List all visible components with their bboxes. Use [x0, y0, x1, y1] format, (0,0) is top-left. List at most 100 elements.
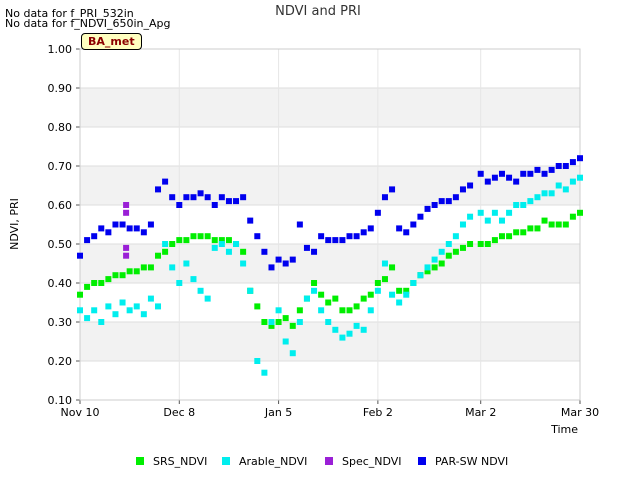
data-point-par-sw-ndvi	[296, 221, 303, 228]
data-point-par-sw-ndvi	[176, 202, 183, 208]
data-point-arable-ndvi	[577, 174, 583, 181]
data-point-srs-ndvi	[534, 225, 541, 232]
data-point-par-sw-ndvi	[396, 225, 403, 232]
data-point-srs-ndvi	[190, 233, 197, 240]
data-point-arable-ndvi	[491, 209, 498, 216]
y-tick-label: 0.90	[48, 82, 73, 95]
legend-swatch-par-sw-ndvi	[418, 457, 426, 465]
data-point-arable-ndvi	[133, 303, 140, 310]
data-point-arable-ndvi	[296, 319, 303, 325]
data-point-par-sw-ndvi	[98, 225, 105, 232]
legend-item-srs-ndvi[interactable]: SRS_NDVI	[136, 454, 207, 468]
data-point-arable-ndvi	[548, 190, 555, 197]
data-point-par-sw-ndvi	[325, 237, 332, 244]
data-point-srs-ndvi	[197, 233, 204, 240]
grid-band	[80, 166, 580, 205]
data-point-arable-ndvi	[477, 209, 484, 216]
data-point-srs-ndvi	[176, 237, 183, 244]
data-point-srs-ndvi	[431, 264, 438, 271]
data-point-arable-ndvi	[176, 280, 183, 286]
data-point-srs-ndvi	[105, 276, 112, 283]
legend-label-arable-ndvi: Arable_NDVI	[239, 454, 308, 468]
data-point-srs-ndvi	[360, 295, 367, 302]
data-point-par-sw-ndvi	[491, 174, 498, 181]
legend-item-par-sw-ndvi[interactable]: PAR-SW NDVI	[418, 454, 508, 468]
data-point-arable-ndvi	[381, 260, 388, 267]
data-point-par-sw-ndvi	[445, 198, 452, 205]
legend-swatch-arable-ndvi	[222, 457, 230, 465]
data-point-arable-ndvi	[218, 241, 225, 247]
data-point-par-sw-ndvi	[555, 163, 562, 169]
data-point-arable-ndvi	[98, 319, 105, 325]
data-point-par-sw-ndvi	[417, 213, 424, 220]
data-point-arable-ndvi	[506, 209, 513, 216]
data-point-par-sw-ndvi	[112, 221, 119, 228]
data-point-par-sw-ndvi	[577, 155, 583, 162]
data-point-srs-ndvi	[506, 233, 513, 240]
data-point-arable-ndvi	[431, 256, 438, 263]
data-point-srs-ndvi	[396, 287, 403, 294]
data-point-arable-ndvi	[211, 244, 218, 251]
data-point-arable-ndvi	[332, 326, 339, 333]
y-tick-label: 0.50	[48, 238, 73, 251]
legend-item-arable-ndvi[interactable]: Arable_NDVI	[222, 454, 307, 468]
data-point-par-sw-ndvi	[381, 194, 388, 201]
data-point-arable-ndvi	[169, 264, 176, 271]
data-point-arable-ndvi	[484, 217, 491, 224]
data-point-par-sw-ndvi	[289, 256, 296, 263]
data-point-spec-ndvi	[123, 244, 130, 251]
data-point-par-sw-ndvi	[477, 170, 484, 177]
data-point-par-sw-ndvi	[254, 233, 261, 240]
data-point-arable-ndvi	[498, 217, 505, 224]
data-point-srs-ndvi	[275, 319, 282, 325]
data-point-srs-ndvi	[541, 217, 548, 224]
data-point-srs-ndvi	[577, 209, 583, 216]
data-point-par-sw-ndvi	[126, 225, 133, 232]
data-point-srs-ndvi	[513, 229, 520, 236]
grid-band	[80, 322, 580, 361]
data-point-par-sw-ndvi	[541, 170, 548, 177]
data-point-par-sw-ndvi	[84, 237, 91, 244]
y-tick-label: 0.60	[48, 199, 73, 212]
data-point-srs-ndvi	[112, 272, 119, 279]
data-point-par-sw-ndvi	[562, 163, 569, 169]
data-point-par-sw-ndvi	[410, 221, 417, 228]
data-point-srs-ndvi	[562, 221, 569, 228]
data-point-arable-ndvi	[303, 295, 310, 302]
x-tick-label: Nov 10	[61, 406, 100, 419]
y-tick-label: 0.20	[48, 355, 73, 368]
data-point-par-sw-ndvi	[431, 202, 438, 208]
data-point-par-sw-ndvi	[459, 186, 466, 193]
data-point-arable-ndvi	[438, 248, 445, 255]
data-point-arable-ndvi	[389, 291, 396, 298]
data-point-srs-ndvi	[140, 264, 147, 271]
legend-item-spec-ndvi[interactable]: Spec_NDVI	[325, 454, 402, 468]
data-point-arable-ndvi	[126, 307, 133, 314]
legend-swatch-spec-ndvi	[325, 457, 333, 465]
data-point-arable-ndvi	[268, 319, 275, 325]
data-point-arable-ndvi	[403, 291, 410, 298]
data-point-par-sw-ndvi	[527, 170, 534, 177]
data-point-srs-ndvi	[162, 248, 169, 255]
data-point-arable-ndvi	[459, 221, 466, 228]
data-point-arable-ndvi	[513, 202, 520, 208]
data-point-par-sw-ndvi	[147, 221, 154, 228]
data-point-srs-ndvi	[282, 315, 289, 322]
x-tick-label: Dec 8	[163, 406, 195, 419]
data-point-par-sw-ndvi	[374, 209, 381, 216]
data-point-arable-ndvi	[424, 264, 431, 271]
data-point-srs-ndvi	[126, 268, 133, 275]
data-point-par-sw-ndvi	[275, 256, 282, 263]
data-point-par-sw-ndvi	[268, 264, 275, 271]
y-tick-label: 0.30	[48, 316, 73, 329]
legend-label-par-sw-ndvi: PAR-SW NDVI	[435, 454, 509, 468]
legend-label-spec-ndvi: Spec_NDVI	[342, 454, 402, 468]
data-point-par-sw-ndvi	[218, 194, 225, 201]
data-point-srs-ndvi	[498, 233, 505, 240]
data-point-par-sw-ndvi	[534, 166, 541, 173]
data-point-par-sw-ndvi	[282, 260, 289, 267]
data-point-arable-ndvi	[247, 287, 254, 294]
data-point-srs-ndvi	[389, 264, 396, 271]
data-point-arable-ndvi	[233, 241, 240, 247]
data-point-arable-ndvi	[183, 260, 190, 267]
